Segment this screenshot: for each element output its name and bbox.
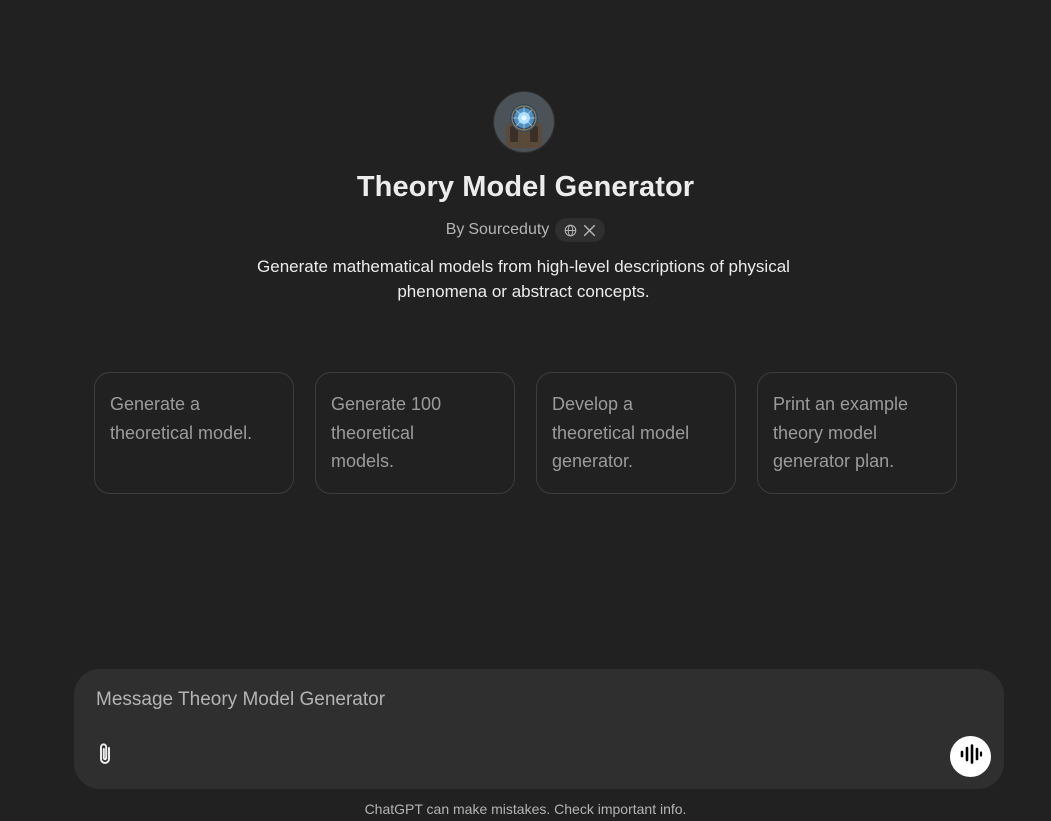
attach-button[interactable] <box>94 742 118 771</box>
conversation-starters: Generate a theoretical model. Generate 1… <box>94 372 957 494</box>
x-logo-icon[interactable] <box>583 224 596 237</box>
starter-card[interactable]: Generate a theoretical model. <box>94 372 294 494</box>
starter-card[interactable]: Print an example theory model generator … <box>757 372 957 494</box>
author-name: Sourceduty <box>468 221 550 238</box>
gpt-avatar-image <box>494 92 554 152</box>
voice-waveform-icon <box>959 744 983 769</box>
starter-label: Generate 100 theoretical models. <box>331 394 442 471</box>
starter-card[interactable]: Develop a theoretical model generator. <box>536 372 736 494</box>
description-line: Generate mathematical models from high-l… <box>257 257 790 276</box>
starter-label: Develop a theoretical model generator. <box>552 394 690 471</box>
starter-label: Generate a theoretical model. <box>110 394 253 443</box>
disclaimer-note: ChatGPT can make mistakes. Check importa… <box>364 801 687 817</box>
message-composer <box>74 669 1004 789</box>
gpt-byline: By Sourceduty <box>0 218 1051 242</box>
gpt-title: Theory Model Generator <box>356 171 695 203</box>
gpt-description: Generate mathematical models from high-l… <box>225 254 822 304</box>
gpt-avatar <box>494 92 554 152</box>
voice-mode-button[interactable] <box>950 736 991 777</box>
social-links <box>555 218 606 242</box>
message-input[interactable] <box>96 686 896 714</box>
description-line: phenomena or abstract concepts. <box>397 282 650 301</box>
starter-card[interactable]: Generate 100 theoretical models. <box>315 372 515 494</box>
byline-prefix: By <box>445 221 465 238</box>
starter-label: Print an example theory model generator … <box>773 394 909 471</box>
gpt-landing-page: Theory Model Generator By Sourceduty Gen… <box>0 0 1051 821</box>
paperclip-icon <box>96 742 116 771</box>
globe-icon[interactable] <box>564 224 577 237</box>
